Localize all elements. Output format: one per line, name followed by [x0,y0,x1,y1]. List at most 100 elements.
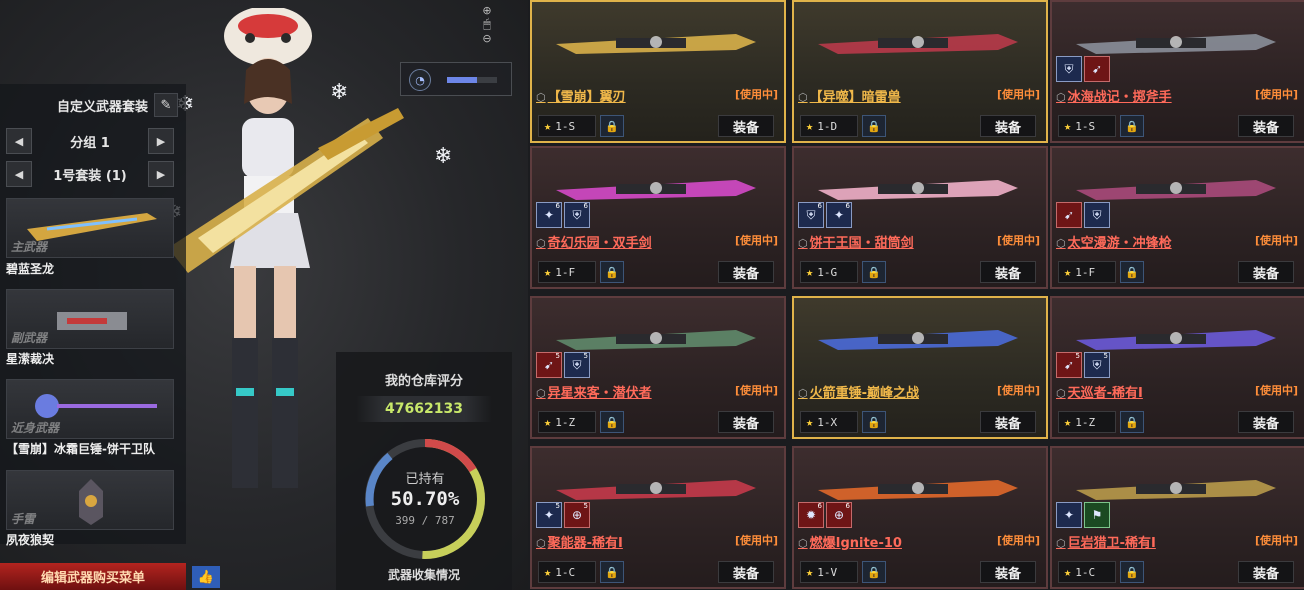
weapon-name-text: 奇幻乐园・双手剑 [547,236,652,251]
shield-icon: ⛨ 6 [564,202,590,228]
primary-weapon-slot[interactable]: 主武器 [6,198,174,258]
weapon-rank: ★ 1-S [538,115,596,137]
weapon-name[interactable]: ⬡ 燃爆Ignite-10 [798,532,902,551]
weapon-card[interactable]: ⬡ 【异噬】暗雷兽 [使用中] ★ 1-D 🔒 装备 [792,0,1048,143]
weapon-name[interactable]: ⬡ 聚能器-稀有Ⅰ [536,532,623,551]
slot-tag: 手雷 [11,512,36,526]
equip-button[interactable]: 装备 [1238,115,1294,137]
next-suit-button[interactable]: ▶ [148,161,174,187]
weapon-badges: ➹ 5 ⛨ 5 [536,352,590,378]
badge-level: 6 [817,502,822,510]
weapon-card-footer: ★ 1-Z 🔒 装备 [536,411,780,433]
weapon-name[interactable]: ⬡ 异星来客・潜伏者 [536,382,652,401]
weapon-name[interactable]: ⬡ 【异噬】暗雷兽 [798,86,901,105]
weapon-rank-text: 1-Z [1075,415,1096,429]
equip-button[interactable]: 装备 [980,115,1036,137]
camera-control[interactable]: ⊕ 🖱 ⊖ [472,4,502,45]
melee-weapon-slot[interactable]: 近身武器 [6,379,174,439]
zoom-out-icon[interactable]: ⊖ [472,32,502,45]
weapon-card-footer: ★ 1-V 🔒 装备 [798,561,1042,583]
weapon-card[interactable]: ⬡ 火箭重锤-巅峰之战 [使用中] ★ 1-X 🔒 装备 [792,296,1048,439]
rocket-icon: ➹ 5 [536,352,562,378]
weapon-name[interactable]: ⬡ 【雪崩】翼刃 [536,86,626,105]
lock-icon[interactable]: 🔒 [600,411,624,433]
weapon-grid: ⬡ 【雪崩】翼刃 [使用中] ★ 1-S 🔒 装备 ⬡ 【异噬】暗雷兽 [使用中] ★… [528,0,1304,590]
lock-icon[interactable]: 🔒 [600,261,624,283]
next-group-button[interactable]: ▶ [147,128,174,154]
weapon-status: [使用中] [734,234,778,247]
weapon-name[interactable]: ⬡ 饼干王国・甜筒剑 [798,232,914,251]
mouse-icon: 🖱 [483,17,491,32]
lock-icon[interactable]: 🔒 [1120,411,1144,433]
grenade-name: 夙夜狼契 [6,533,55,547]
sparkle-icon: ✦ 6 [826,202,852,228]
equip-button[interactable]: 装备 [718,411,774,433]
weapon-image [556,34,756,54]
weapon-card[interactable]: ✹ 6 ⊕ 6 ⬡ 燃爆Ignite-10 [使用中] ★ 1-V 🔒 装备 [792,446,1048,589]
star-icon: ★ [544,119,552,133]
badge-level: 5 [555,502,560,510]
rocket-icon: ➹ 5 [1056,352,1082,378]
weapon-status: [使用中] [996,88,1040,101]
slot-tag: 副武器 [11,331,48,345]
weapon-card[interactable]: ➹ 5 ⛨ 5 ⬡ 天巡者-稀有Ⅰ [使用中] ★ 1-Z 🔒 装备 [1050,296,1304,439]
owned-label: 已持有 [405,472,445,487]
voice-control[interactable]: ◔ [400,62,512,96]
primary-weapon-name: 碧蓝圣龙 [6,262,55,276]
lock-icon[interactable]: 🔒 [862,411,886,433]
lock-icon[interactable]: 🔒 [600,115,624,137]
prev-suit-button[interactable]: ◀ [6,161,32,187]
snowflake-icon: ❄ [330,80,349,105]
weapon-name[interactable]: ⬡ 巨岩猎卫-稀有Ⅰ [1056,532,1156,551]
lock-icon[interactable]: 🔒 [1120,261,1144,283]
weapon-card[interactable]: ✦ 5 ⊕ 5 ⬡ 聚能器-稀有Ⅰ [使用中] ★ 1-C 🔒 装备 [530,446,786,589]
equip-button[interactable]: 装备 [980,411,1036,433]
grenade-slot[interactable]: 手雷 [6,470,174,530]
crosshair-icon: ⊕ 5 [564,502,590,528]
lock-icon[interactable]: 🔒 [1120,561,1144,583]
weapon-card[interactable]: ➹ ⛨ ⬡ 太空漫游・冲锋枪 [使用中] ★ 1-F 🔒 装备 [1050,146,1304,289]
lock-icon[interactable]: 🔒 [862,261,886,283]
equip-button[interactable]: 装备 [980,561,1036,583]
lock-icon[interactable]: 🔒 [600,561,624,583]
weapon-card[interactable]: ✦ 6 ⛨ 6 ⬡ 奇幻乐园・双手剑 [使用中] ★ 1-F 🔒 装备 [530,146,786,289]
weapon-card[interactable]: ⛨ 6 ✦ 6 ⬡ 饼干王国・甜筒剑 [使用中] ★ 1-G 🔒 装备 [792,146,1048,289]
equip-button[interactable]: 装备 [1238,261,1294,283]
hex-icon: ⬡ [798,237,808,250]
secondary-weapon-slot[interactable]: 副武器 [6,289,174,349]
lock-icon[interactable]: 🔒 [862,561,886,583]
lock-icon[interactable]: 🔒 [862,115,886,137]
secondary-weapon-name: 星潆裁决 [6,352,55,366]
weapon-name[interactable]: ⬡ 天巡者-稀有Ⅰ [1056,382,1143,401]
weapon-card[interactable]: ➹ 5 ⛨ 5 ⬡ 异星来客・潜伏者 [使用中] ★ 1-Z 🔒 装备 [530,296,786,439]
weapon-name[interactable]: ⬡ 冰海战记・掷斧手 [1056,86,1172,105]
weapon-rank-text: 1-S [555,119,576,133]
weapon-rank-text: 1-X [817,415,838,429]
weapon-rank-text: 1-V [817,565,838,579]
lock-icon[interactable]: 🔒 [1120,115,1144,137]
weapon-card[interactable]: ⛨ ➹ ⬡ 冰海战记・掷斧手 [使用中] ★ 1-S 🔒 装备 [1050,0,1304,143]
weapon-rank: ★ 1-F [1058,261,1116,283]
rocket-icon: ➹ [1084,56,1110,82]
weapon-name[interactable]: ⬡ 火箭重锤-巅峰之战 [798,382,919,401]
thumbs-up-icon[interactable]: 👍 [192,566,220,588]
equip-button[interactable]: 装备 [1238,561,1294,583]
edit-buy-menu-button[interactable]: 编辑武器购买菜单 [0,563,186,590]
weapon-card[interactable]: ⬡ 【雪崩】翼刃 [使用中] ★ 1-S 🔒 装备 [530,0,786,143]
warehouse-rating-panel: 我的仓库评分 47662133 已持有 50.70% 399 / 787 武器收… [336,352,512,590]
equip-button[interactable]: 装备 [1238,411,1294,433]
weapon-name[interactable]: ⬡ 奇幻乐园・双手剑 [536,232,652,251]
weapon-rank: ★ 1-S [1058,115,1116,137]
hex-icon: ⬡ [798,91,808,104]
zoom-in-icon[interactable]: ⊕ [472,4,502,17]
weapon-card[interactable]: ✦ ⚑ ⬡ 巨岩猎卫-稀有Ⅰ [使用中] ★ 1-C 🔒 装备 [1050,446,1304,589]
equip-button[interactable]: 装备 [980,261,1036,283]
voice-volume-bar[interactable] [447,77,497,83]
equip-button[interactable]: 装备 [718,561,774,583]
weapon-name[interactable]: ⬡ 太空漫游・冲锋枪 [1056,232,1172,251]
prev-group-button[interactable]: ◀ [6,128,32,154]
pencil-icon[interactable]: ✎ [154,93,178,117]
equip-button[interactable]: 装备 [718,261,774,283]
equip-button[interactable]: 装备 [718,115,774,137]
voice-icon[interactable]: ◔ [409,69,431,91]
